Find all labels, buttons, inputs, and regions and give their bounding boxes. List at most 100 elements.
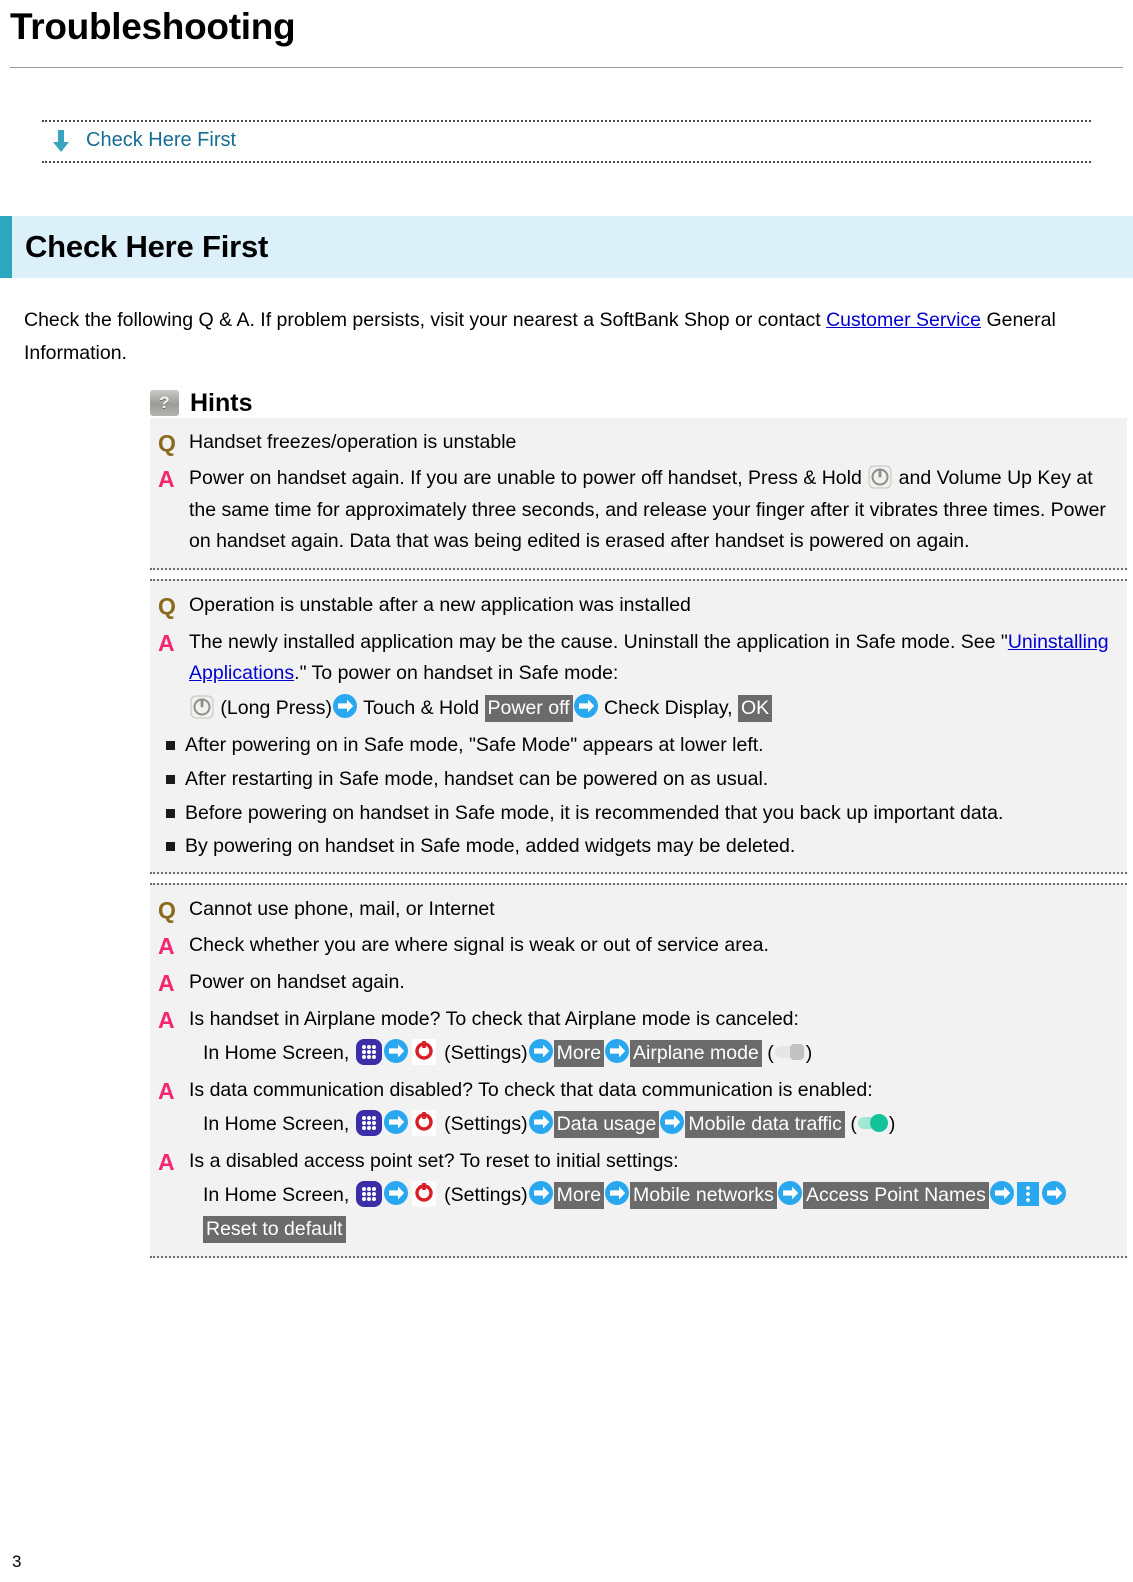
question-marker: Q: [158, 593, 176, 619]
blue-right-arrow-icon: [604, 1180, 630, 1206]
answer-marker: A: [158, 933, 175, 960]
qa-block-1: Q Handset freezes/operation is unstable …: [150, 417, 1127, 570]
blue-right-arrow-icon: [528, 1038, 554, 1064]
answer-row: A Is data communication disabled? To chec…: [150, 1073, 1127, 1144]
answer-text-part1: Power on handset again. If you are unabl…: [189, 467, 868, 490]
square-bullet-icon: [166, 842, 175, 852]
toggle-off-icon: [774, 1040, 806, 1061]
step-chip[interactable]: Access Point Names: [802, 1182, 989, 1210]
settings-gear-icon: [409, 1180, 439, 1208]
step-chip[interactable]: OK: [738, 694, 773, 722]
note-item: After powering on in Safe mode, "Safe Mo…: [158, 729, 1119, 763]
step-text: In Home Screen,: [203, 1184, 355, 1207]
question-row: Q Handset freezes/operation is unstable: [150, 425, 1127, 462]
power-key-icon: [189, 695, 215, 719]
question-row: Q Operation is unstable after a new appl…: [150, 588, 1127, 625]
toc-link-check-here-first[interactable]: Check Here First: [86, 129, 236, 152]
question-text: Cannot use phone, mail, or Internet: [189, 897, 495, 920]
answer-marker: A: [158, 466, 175, 493]
step-text: (Long Press): [215, 696, 333, 719]
step-text: Touch & Hold: [358, 696, 485, 719]
notes-list: After powering on in Safe mode, "Safe Mo…: [150, 727, 1127, 863]
question-text: Operation is unstable after a new applic…: [189, 594, 691, 616]
step-text: (Settings): [438, 1184, 528, 1207]
note-text: After restarting in Safe mode, handset c…: [185, 767, 769, 790]
blue-right-arrow-icon: [659, 1109, 685, 1135]
question-marker: Q: [158, 429, 176, 456]
answer-marker: A: [158, 969, 175, 996]
blue-right-arrow-icon: [383, 1180, 409, 1206]
step-sequence: In Home Screen, (Settings) More Mobile net…: [189, 1177, 1119, 1246]
step-chip[interactable]: Mobile networks: [630, 1182, 777, 1210]
answer-row: A Power on handset again. If you are una…: [150, 461, 1127, 560]
app-drawer-icon: [355, 1038, 383, 1066]
section-accent-bar: [0, 215, 12, 278]
step-chip[interactable]: Airplane mode: [630, 1040, 762, 1068]
answer-marker: A: [158, 1006, 175, 1033]
intro-paragraph: Check the following Q & A. If problem pe…: [24, 304, 1109, 371]
toggle-on-icon: [857, 1111, 889, 1133]
step-text: In Home Screen,: [203, 1113, 355, 1136]
step-text: (Settings): [438, 1042, 528, 1065]
step-text: (: [761, 1042, 774, 1065]
app-drawer-icon: [355, 1180, 383, 1208]
qa-list: Q Handset freezes/operation is unstable …: [150, 417, 1127, 1259]
step-chip[interactable]: Power off: [484, 694, 573, 722]
answer-row: A Is handset in Airplane mode? To check t…: [150, 1002, 1127, 1073]
blue-right-arrow-icon: [989, 1180, 1015, 1206]
answer-text: Power on handset again. If you are unabl…: [189, 463, 1119, 558]
answer-marker: A: [158, 629, 175, 656]
step-sequence: In Home Screen, (Settings) More Airplane m…: [189, 1035, 1119, 1071]
blue-right-arrow-icon: [528, 1109, 554, 1135]
answer-text-after-link: ." To power on handset in Safe mode:: [294, 662, 619, 685]
section-title: Check Here First: [25, 228, 269, 264]
blue-right-arrow-icon: [604, 1038, 630, 1064]
page-title: Troubleshooting: [10, 6, 296, 47]
answer-row: A The newly installed application may be…: [150, 625, 1127, 728]
hints-heading: ? Hints: [150, 389, 1133, 418]
overflow-menu-icon: [1015, 1181, 1041, 1207]
question-mark-icon: ?: [150, 390, 179, 417]
page-number: 3: [12, 1552, 22, 1571]
question-text: Handset freezes/operation is unstable: [189, 430, 517, 453]
answer-marker: A: [158, 1148, 175, 1175]
answer-text: Is handset in Airplane mode? To check th…: [189, 1007, 799, 1030]
qa-block-3: Q Cannot use phone, mail, or Internet AC…: [150, 882, 1127, 1259]
blue-right-arrow-icon: [528, 1180, 554, 1206]
hints-label: Hints: [190, 388, 253, 417]
square-bullet-icon: [166, 741, 175, 751]
square-bullet-icon: [166, 774, 175, 784]
title-divider: [10, 66, 1123, 68]
note-item: Before powering on handset in Safe mode,…: [158, 797, 1119, 831]
note-text: After powering on in Safe mode, "Safe Mo…: [185, 734, 764, 757]
customer-service-link[interactable]: Customer Service: [826, 309, 981, 331]
step-chip[interactable]: More: [553, 1182, 605, 1210]
step-text: (Settings): [438, 1113, 528, 1136]
note-item: After restarting in Safe mode, handset c…: [158, 763, 1119, 797]
answer-text: The newly installed application may be t…: [189, 627, 1119, 726]
note-item: By powering on handset in Safe mode, add…: [158, 830, 1119, 864]
answer-text-before-link: The newly installed application may be t…: [189, 630, 1008, 653]
step-chip[interactable]: Mobile data traffic: [685, 1111, 845, 1139]
answer-row: A Is a disabled access point set? To rese…: [150, 1144, 1127, 1249]
step-sequence: In Home Screen, (Settings) Data usage Mobi…: [189, 1106, 1119, 1142]
qa-block-2: Q Operation is unstable after a new appl…: [150, 579, 1127, 874]
note-text: By powering on handset in Safe mode, add…: [185, 835, 796, 858]
step-text: (: [844, 1113, 857, 1136]
blue-right-arrow-icon: [383, 1109, 409, 1135]
blue-right-arrow-icon: [777, 1180, 803, 1206]
answer-row: A Check whether you are where signal is w…: [150, 928, 1127, 965]
step-chip[interactable]: More: [553, 1040, 605, 1068]
blue-right-arrow-icon: [383, 1038, 409, 1064]
step-text: ): [805, 1042, 813, 1065]
blue-right-arrow-icon: [573, 693, 599, 719]
question-marker: Q: [158, 896, 176, 923]
down-arrow-icon: [50, 129, 72, 153]
step-chip[interactable]: Reset to default: [203, 1215, 346, 1243]
step-text: ): [888, 1113, 896, 1136]
app-drawer-icon: [355, 1109, 383, 1137]
answer-text: Is a disabled access point set? To reset…: [189, 1149, 679, 1172]
note-text: Before powering on handset in Safe mode,…: [185, 801, 1004, 824]
square-bullet-icon: [166, 808, 175, 818]
step-chip[interactable]: Data usage: [553, 1111, 660, 1139]
